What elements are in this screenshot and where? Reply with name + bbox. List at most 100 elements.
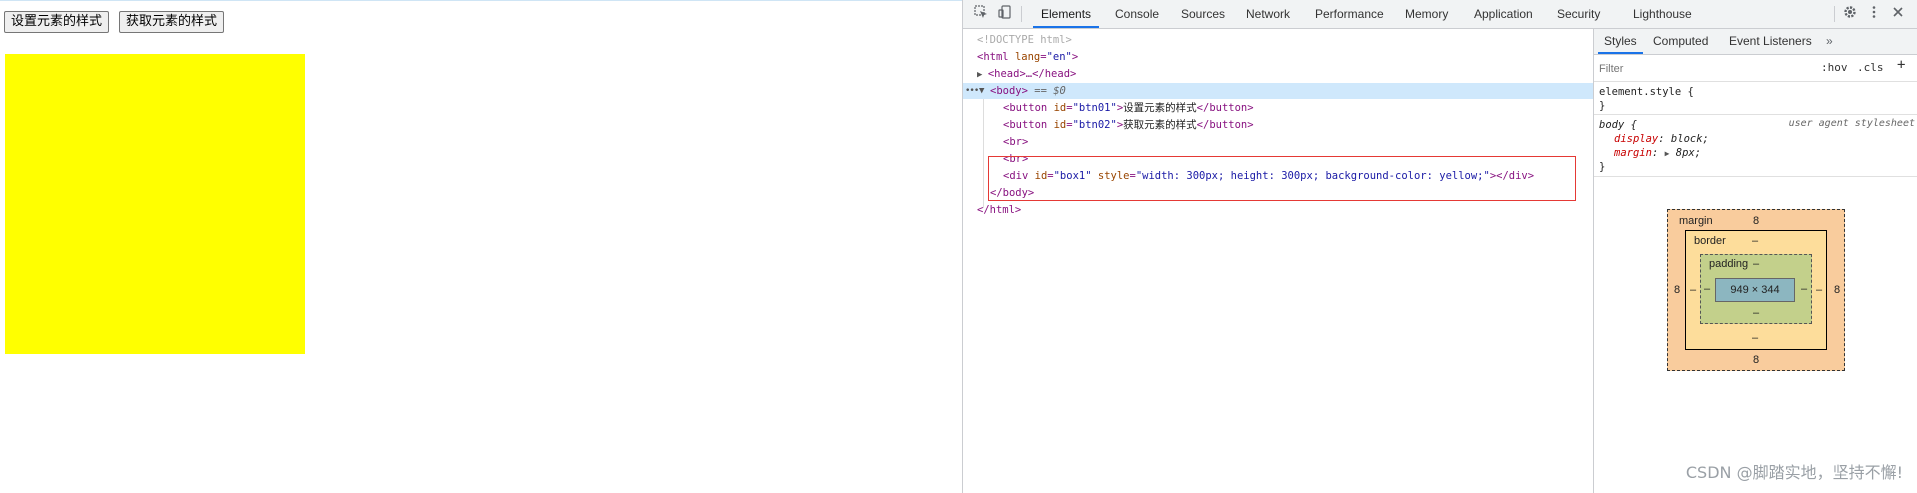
element-style-selector[interactable]: element.style {: [1599, 85, 1694, 99]
body-close-node[interactable]: </body>: [990, 185, 1034, 201]
content-size[interactable]: 949 × 344: [1715, 278, 1795, 302]
body-node-selected[interactable]: ••• ▼ <body> == $0: [963, 83, 1593, 99]
div-node[interactable]: <div id="box1" style="width: 300px; heig…: [1003, 168, 1534, 184]
attr-value: "btn01": [1072, 102, 1117, 114]
padding-top-value[interactable]: –: [1753, 258, 1759, 270]
element-style-block: element.style { }: [1594, 83, 1917, 115]
attr-name: lang: [1014, 51, 1041, 63]
html-tag: <html: [977, 51, 1009, 63]
hov-button[interactable]: :hov: [1821, 61, 1848, 74]
tab-computed[interactable]: Computed: [1653, 29, 1708, 54]
button-close-tag: </button>: [1196, 102, 1254, 114]
attr-value: "btn02": [1072, 119, 1117, 131]
margin-top-value[interactable]: 8: [1753, 215, 1759, 227]
padding-left-value[interactable]: –: [1704, 283, 1710, 295]
sidebar-tabs: Styles Computed Event Listeners »: [1594, 29, 1917, 55]
tab-memory[interactable]: Memory: [1405, 0, 1448, 28]
close-brace: }: [1599, 161, 1606, 173]
gear-icon[interactable]: [1840, 5, 1860, 23]
attr-value: "box1": [1053, 170, 1092, 182]
page-viewport: 设置元素的样式 获取元素的样式: [0, 0, 962, 493]
tab-security[interactable]: Security: [1557, 0, 1600, 28]
device-toolbar-icon[interactable]: [995, 5, 1015, 23]
div-close-tag: ></div>: [1489, 170, 1535, 182]
body-close-tag: </body>: [990, 187, 1035, 199]
add-rule-button[interactable]: +: [1897, 57, 1905, 73]
button-node[interactable]: <button id="btn01">设置元素的样式</button>: [1003, 100, 1254, 116]
close-icon[interactable]: [1888, 5, 1908, 23]
css-prop-name: display: [1614, 133, 1659, 145]
css-prop-value: 8px;: [1675, 147, 1702, 159]
button-close-tag: </button>: [1196, 119, 1254, 131]
box-model-border[interactable]: border – – – – padding – – – – 949 × 344: [1685, 230, 1827, 350]
border-right-value[interactable]: –: [1816, 284, 1822, 296]
button-node[interactable]: <button id="btn02">获取元素的样式</button>: [1003, 117, 1254, 133]
watermark-text: CSDN @脚踏实地，坚持不懈!: [1685, 463, 1903, 482]
button-text: 获取元素的样式: [1123, 119, 1197, 131]
tab-application[interactable]: Application: [1474, 0, 1533, 28]
tab-performance[interactable]: Performance: [1315, 0, 1384, 28]
filter-row: :hov .cls +: [1594, 56, 1917, 82]
tab-console[interactable]: Console: [1115, 0, 1159, 28]
div-tag: <div: [1003, 170, 1029, 182]
border-label: border: [1694, 235, 1726, 247]
tab-network[interactable]: Network: [1246, 0, 1290, 28]
button-tag: <button: [1003, 102, 1048, 114]
padding-label: padding: [1709, 258, 1749, 270]
margin-right-value[interactable]: 8: [1834, 284, 1840, 296]
margin-left-value[interactable]: 8: [1674, 284, 1680, 296]
filter-input[interactable]: [1599, 59, 1809, 78]
padding-bottom-value[interactable]: –: [1753, 307, 1759, 319]
margin-bottom-value[interactable]: 8: [1753, 354, 1759, 366]
body-selector[interactable]: body {: [1599, 118, 1637, 132]
attr-name: style: [1097, 170, 1130, 182]
br-node[interactable]: <br>: [1003, 134, 1028, 150]
close-brace: }: [1599, 100, 1606, 112]
cls-button[interactable]: .cls: [1857, 61, 1884, 74]
css-property-row[interactable]: display: block;: [1614, 132, 1709, 146]
yellow-box: [5, 54, 305, 354]
get-style-button[interactable]: 获取元素的样式: [119, 11, 225, 33]
devtools-toolbar: Elements Console Sources Network Perform…: [963, 0, 1917, 29]
doctype-node[interactable]: <!DOCTYPE html>: [977, 32, 1072, 48]
tab-event-listeners[interactable]: Event Listeners: [1729, 29, 1812, 54]
html-node[interactable]: <html lang="en">: [977, 49, 1078, 65]
indent-guide: [983, 96, 984, 208]
border-left-value[interactable]: –: [1690, 284, 1696, 296]
attr-value: "en": [1046, 51, 1072, 63]
tab-sources[interactable]: Sources: [1181, 0, 1225, 28]
collapse-triangle-icon[interactable]: ▼: [979, 83, 984, 99]
expand-triangle-icon[interactable]: ▶: [977, 70, 988, 80]
head-node[interactable]: ▶ <head>…</head>: [977, 66, 1076, 82]
doctype-text: <!DOCTYPE html>: [977, 34, 1072, 46]
border-top-value[interactable]: –: [1752, 235, 1758, 247]
head-tag: <head>…</head>: [987, 68, 1077, 80]
chevron-double-right-icon[interactable]: »: [1826, 29, 1833, 54]
toolbar-divider: [1021, 6, 1022, 22]
border-bottom-value[interactable]: –: [1752, 332, 1758, 344]
styles-sidebar: Styles Computed Event Listeners » :hov .…: [1593, 29, 1917, 493]
selected-marker: == $0: [1034, 85, 1066, 97]
body-tag: <body>: [990, 85, 1028, 97]
html-close-tag: </html>: [977, 204, 1022, 216]
attr-name: id: [1053, 102, 1067, 114]
inspect-element-icon[interactable]: [971, 5, 991, 23]
br-tag: <br>: [1003, 136, 1029, 148]
margin-label: margin: [1679, 215, 1713, 227]
button-text: 设置元素的样式: [1123, 102, 1197, 114]
body-rule-block: body { user agent stylesheet display: bl…: [1594, 115, 1917, 177]
css-prop-value: block;: [1670, 133, 1709, 145]
html-close-node[interactable]: </html>: [977, 202, 1021, 218]
box-model-margin[interactable]: margin 8 8 8 8 border – – – – padding – …: [1667, 209, 1845, 371]
tab-lighthouse[interactable]: Lighthouse: [1633, 0, 1692, 28]
kebab-menu-icon[interactable]: [1864, 5, 1884, 23]
padding-right-value[interactable]: –: [1801, 283, 1807, 295]
tab-elements[interactable]: Elements: [1033, 0, 1100, 28]
ellipsis-icon[interactable]: •••: [965, 83, 979, 99]
expand-triangle-icon[interactable]: ▶: [1665, 149, 1670, 158]
tab-styles[interactable]: Styles: [1598, 29, 1643, 54]
set-style-button[interactable]: 设置元素的样式: [4, 11, 110, 33]
box-model-padding[interactable]: padding – – – – 949 × 344: [1700, 254, 1812, 324]
css-property-row[interactable]: margin: ▶ 8px;: [1614, 146, 1701, 160]
rule-source: user agent stylesheet: [1788, 118, 1915, 129]
